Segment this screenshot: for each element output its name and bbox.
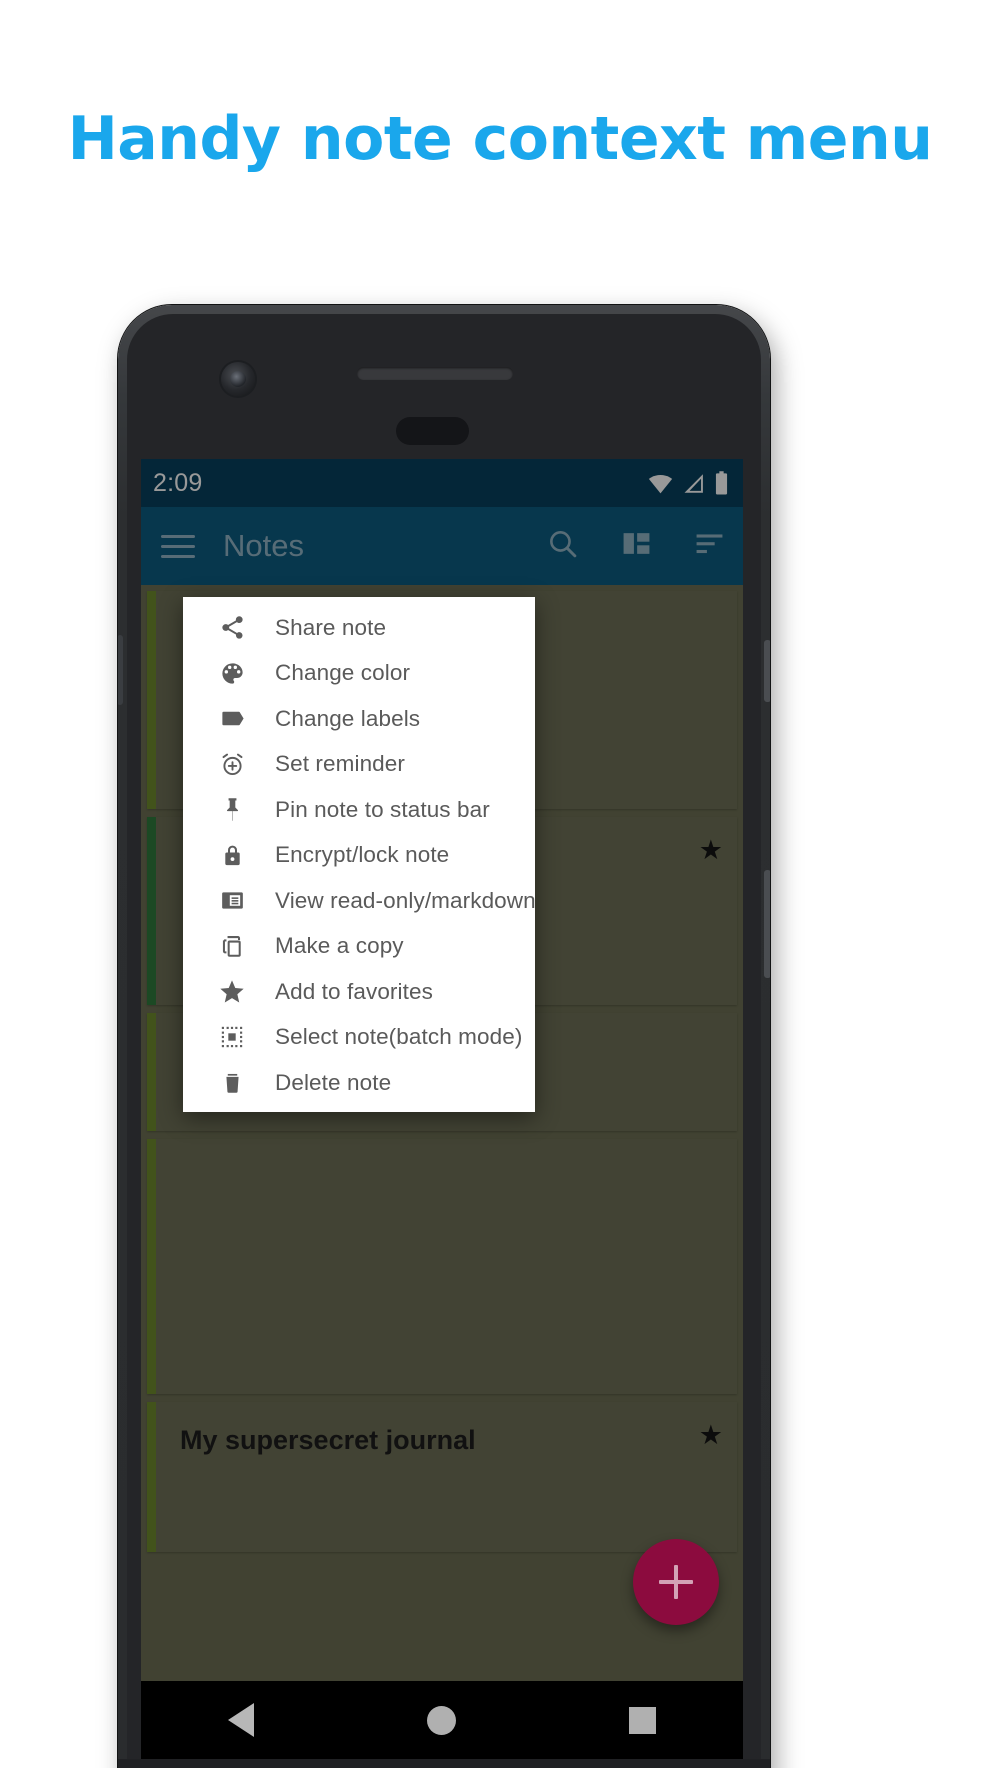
front-camera-icon (221, 362, 255, 396)
select-all-icon (217, 1022, 247, 1052)
earpiece-speaker (357, 367, 513, 380)
label-tag-icon (217, 704, 247, 734)
pushpin-icon (217, 795, 247, 825)
menu-item-share-note[interactable]: Share note (183, 605, 535, 651)
article-icon (217, 886, 247, 916)
alarm-add-icon (217, 749, 247, 779)
plus-icon (659, 1565, 693, 1599)
star-icon (217, 977, 247, 1007)
menu-item-set-reminder[interactable]: Set reminder (183, 742, 535, 788)
trash-icon (217, 1068, 247, 1098)
menu-item-encrypt-lock-note[interactable]: Encrypt/lock note (183, 833, 535, 879)
menu-item-label: Encrypt/lock note (275, 842, 450, 868)
power-button[interactable] (764, 640, 770, 702)
menu-item-label: Select note(batch mode) (275, 1024, 523, 1050)
menu-item-view-readonly-markdown[interactable]: View read-only/markdown (183, 878, 536, 924)
copy-icon (217, 931, 247, 961)
back-triangle-icon[interactable] (227, 1703, 254, 1737)
palette-icon (217, 658, 247, 688)
menu-item-change-color[interactable]: Change color (183, 651, 535, 697)
page-root: Handy note context menu 2:09 Notes ★ My … (0, 0, 1000, 1768)
menu-item-change-labels[interactable]: Change labels (183, 696, 535, 742)
menu-item-delete-note[interactable]: Delete note (183, 1060, 535, 1106)
recents-square-icon[interactable] (629, 1706, 657, 1734)
menu-item-pin-note[interactable]: Pin note to status bar (183, 787, 535, 833)
phone-chin (118, 1759, 770, 1768)
menu-item-label: Share note (275, 614, 387, 640)
home-circle-icon[interactable] (426, 1705, 456, 1735)
menu-item-label: Delete note (275, 1069, 392, 1095)
android-nav-bar (141, 1681, 743, 1759)
menu-item-label: Set reminder (275, 751, 406, 777)
menu-item-add-to-favorites[interactable]: Add to favorites (183, 969, 535, 1015)
menu-item-label: Make a copy (275, 933, 404, 959)
page-title: Handy note context menu (67, 104, 933, 174)
phone-mockup: 2:09 Notes ★ My supersecret journal ★ Sh… (118, 305, 770, 1768)
menu-item-label: View read-only/markdown (275, 887, 536, 913)
note-context-menu: Share note Change color Change labels Se… (183, 597, 536, 1112)
menu-item-label: Add to favorites (275, 978, 433, 1004)
left-side-button[interactable] (118, 635, 123, 705)
menu-item-make-a-copy[interactable]: Make a copy (183, 924, 535, 970)
volume-button[interactable] (764, 870, 770, 978)
menu-item-label: Change color (275, 660, 411, 686)
lock-icon (217, 840, 247, 870)
menu-item-label: Change labels (275, 705, 421, 731)
menu-item-label: Pin note to status bar (275, 796, 490, 822)
share-icon (217, 613, 247, 643)
menu-item-select-note-batch-mode[interactable]: Select note(batch mode) (183, 1015, 535, 1061)
phone-screen: 2:09 Notes ★ My supersecret journal ★ Sh… (141, 459, 743, 1681)
sensor-pill (396, 417, 469, 445)
add-note-fab[interactable] (633, 1539, 719, 1625)
